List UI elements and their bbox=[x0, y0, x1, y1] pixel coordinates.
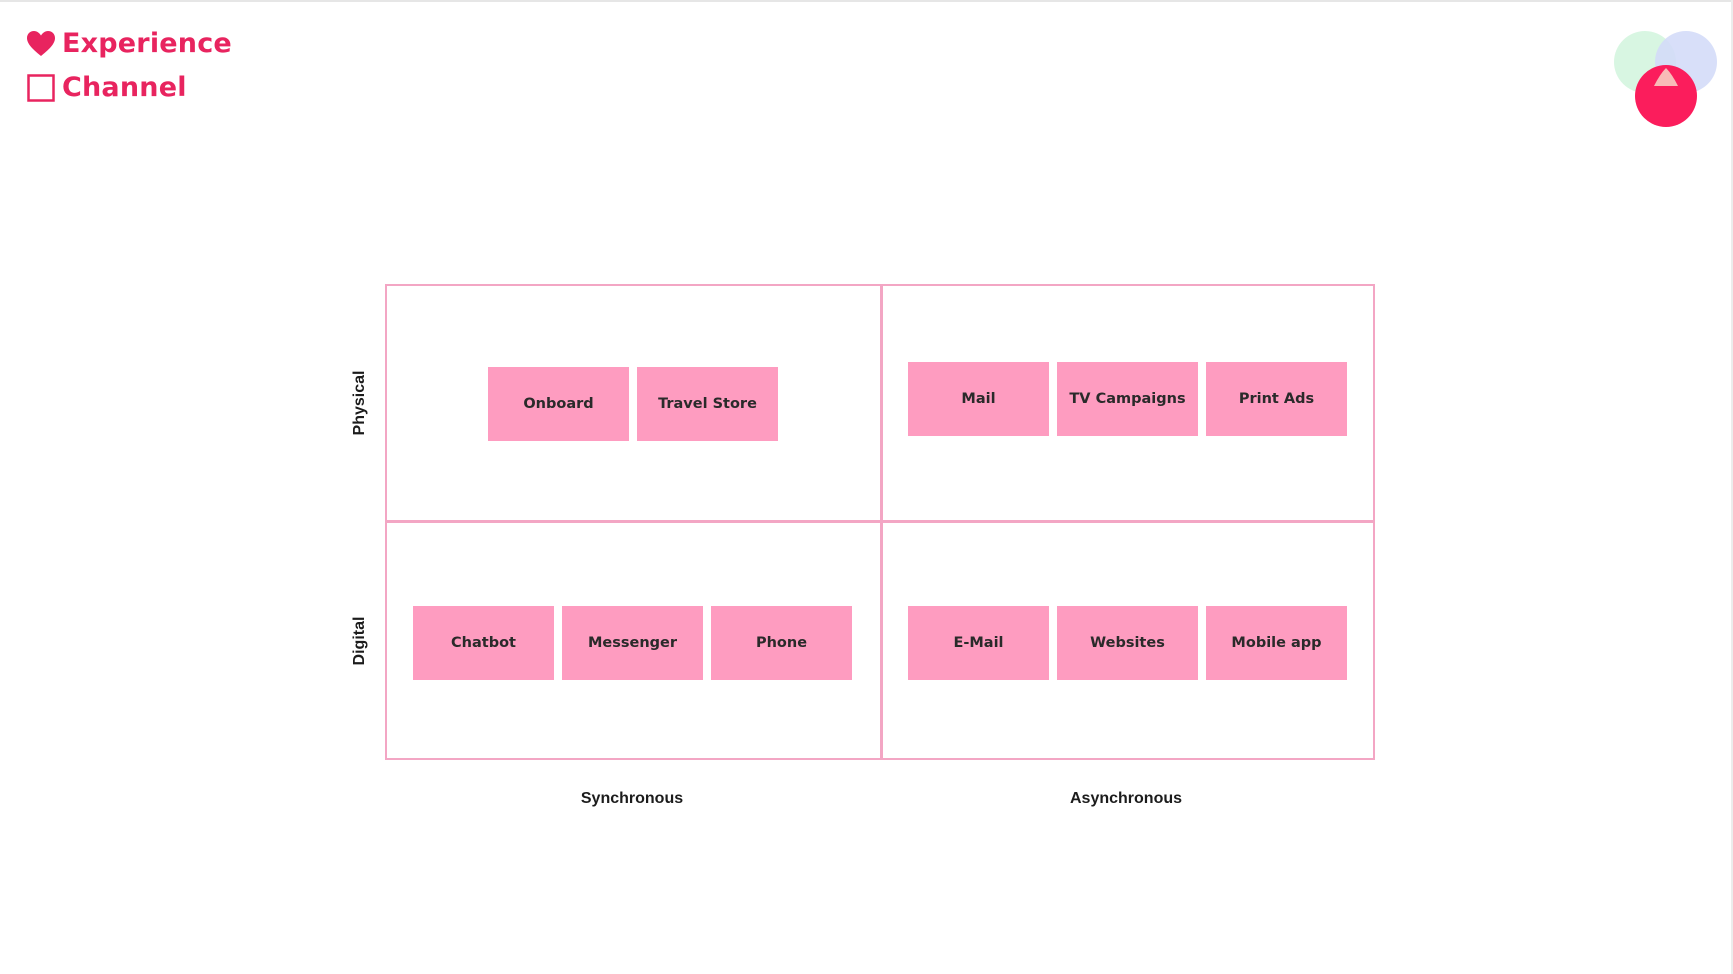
sticky-note[interactable]: Mail bbox=[908, 362, 1049, 436]
sticky-note[interactable]: Websites bbox=[1057, 606, 1198, 680]
sticky-note[interactable]: E-Mail bbox=[908, 606, 1049, 680]
quadrant-digital-synchronous: Chatbot Messenger Phone bbox=[413, 606, 852, 680]
channel-matrix: Onboard Travel Store Mail TV Campaigns P… bbox=[385, 284, 1375, 760]
sticky-note[interactable]: Print Ads bbox=[1206, 362, 1347, 436]
axis-label-synchronous: Synchronous bbox=[580, 790, 684, 807]
canvas-top-edge bbox=[0, 0, 1733, 2]
sticky-note[interactable]: TV Campaigns bbox=[1057, 362, 1198, 436]
heart-icon bbox=[26, 29, 56, 59]
legend-channel: Channel bbox=[26, 72, 187, 103]
axis-label-asynchronous: Asynchronous bbox=[1069, 790, 1183, 807]
venn-logo-icon bbox=[1614, 31, 1717, 127]
diagram-canvas: Experience Channel Physical Digital Onbo… bbox=[0, 0, 1733, 974]
sticky-note[interactable]: Travel Store bbox=[637, 367, 778, 441]
sticky-note[interactable]: Onboard bbox=[488, 367, 629, 441]
square-outline-icon bbox=[26, 73, 56, 103]
quadrant-physical-asynchronous: Mail TV Campaigns Print Ads bbox=[908, 362, 1347, 436]
axis-label-physical: Physical bbox=[351, 370, 368, 436]
matrix-horizontal-divider bbox=[387, 520, 1373, 523]
legend-experience-label: Experience bbox=[62, 28, 232, 59]
legend-channel-label: Channel bbox=[62, 72, 187, 103]
quadrant-physical-synchronous: Onboard Travel Store bbox=[488, 367, 778, 441]
legend-experience: Experience bbox=[26, 28, 232, 59]
axis-label-digital: Digital bbox=[351, 616, 368, 666]
sticky-note[interactable]: Mobile app bbox=[1206, 606, 1347, 680]
quadrant-digital-asynchronous: E-Mail Websites Mobile app bbox=[908, 606, 1347, 680]
sticky-note[interactable]: Chatbot bbox=[413, 606, 554, 680]
sticky-note[interactable]: Messenger bbox=[562, 606, 703, 680]
sticky-note[interactable]: Phone bbox=[711, 606, 852, 680]
